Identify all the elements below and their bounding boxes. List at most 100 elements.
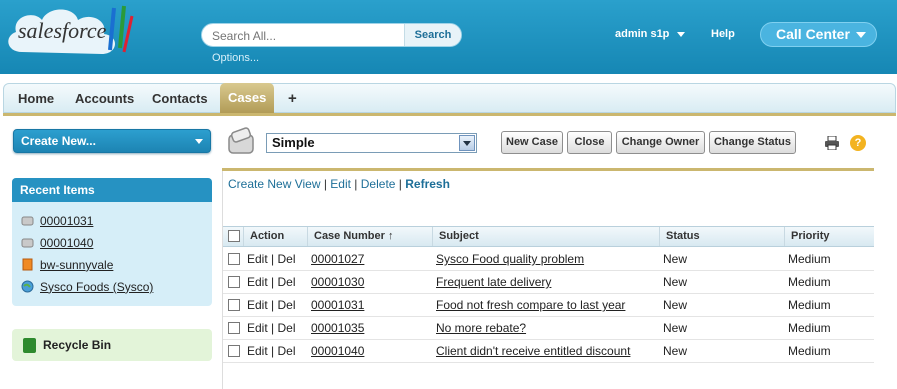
delete-link[interactable]: Del (277, 275, 295, 289)
subject-link[interactable]: Sysco Food quality problem (436, 252, 584, 266)
printer-icon[interactable] (824, 136, 840, 150)
delete-link[interactable]: Del (277, 298, 295, 312)
subject-link[interactable]: Client didn't receive entitled discount (436, 344, 630, 358)
tab-contacts[interactable]: Contacts (144, 84, 216, 114)
recent-item-link[interactable]: bw-sunnyvale (40, 258, 113, 272)
recycle-bin-link[interactable]: Recycle Bin (12, 329, 212, 361)
change-status-button[interactable]: Change Status (709, 131, 796, 154)
row-checkbox[interactable] (228, 253, 240, 265)
case-icon (228, 127, 254, 154)
globe-icon (21, 280, 34, 293)
column-header-priority[interactable]: Priority (784, 227, 874, 246)
delete-link[interactable]: Del (277, 252, 295, 266)
edit-view-link[interactable]: Edit (330, 177, 351, 191)
edit-link[interactable]: Edit (247, 252, 268, 266)
chevron-down-icon (677, 31, 686, 37)
recent-items-title: Recent Items (12, 178, 212, 202)
recent-items-panel: Recent Items 00001031 00001040 bw-sunnyv… (12, 178, 212, 306)
create-new-label: Create New... (21, 134, 96, 148)
column-header-action: Action (243, 227, 307, 246)
recent-item[interactable]: bw-sunnyvale (21, 255, 113, 273)
column-header-status[interactable]: Status (659, 227, 784, 246)
account-icon (22, 258, 33, 271)
column-header-case-number[interactable]: Case Number ↑ (307, 227, 432, 246)
subject-link[interactable]: No more rebate? (436, 321, 526, 335)
status-cell: New (663, 252, 688, 266)
row-checkbox[interactable] (228, 276, 240, 288)
row-checkbox[interactable] (228, 322, 240, 334)
view-links: Create New View | Edit | Delete | Refres… (228, 177, 450, 191)
row-checkbox[interactable] (228, 345, 240, 357)
tab-underline (3, 113, 896, 116)
close-button[interactable]: Close (567, 131, 612, 154)
recycle-bin-icon (23, 338, 36, 353)
logo-text: salesforce (18, 18, 107, 43)
search-input[interactable] (212, 28, 402, 44)
case-number-link[interactable]: 00001027 (311, 252, 364, 266)
case-number-link[interactable]: 00001030 (311, 275, 364, 289)
chevron-down-icon (856, 32, 866, 38)
salesforce-logo[interactable]: salesforce (4, 2, 140, 64)
status-cell: New (663, 344, 688, 358)
search-box: Search (201, 23, 462, 47)
edit-link[interactable]: Edit (247, 298, 268, 312)
user-menu[interactable]: admin s1p (615, 28, 686, 40)
recent-item[interactable]: 00001031 (21, 211, 93, 229)
case-number-link[interactable]: 00001035 (311, 321, 364, 335)
new-case-button[interactable]: New Case (501, 131, 563, 154)
search-options-link[interactable]: Options... (212, 52, 259, 64)
case-number-link[interactable]: 00001031 (311, 298, 364, 312)
case-icon (21, 216, 34, 226)
case-icon (21, 238, 34, 248)
call-center-button[interactable]: Call Center (760, 22, 877, 47)
recent-item[interactable]: Sysco Foods (Sysco) (21, 277, 153, 295)
delete-link[interactable]: Del (277, 321, 295, 335)
delete-link[interactable]: Del (277, 344, 295, 358)
recent-item-link[interactable]: Sysco Foods (Sysco) (40, 280, 153, 294)
table-row: Edit | Del 00001035 No more rebate? New Medi… (223, 317, 874, 340)
chevron-down-icon (459, 135, 475, 151)
refresh-link[interactable]: Refresh (405, 177, 450, 191)
create-new-view-link[interactable]: Create New View (228, 177, 320, 191)
edit-link[interactable]: Edit (247, 275, 268, 289)
subject-link[interactable]: Food not fresh compare to last year (436, 298, 625, 312)
edit-link[interactable]: Edit (247, 344, 268, 358)
tab-bar: Home Accounts Contacts Cases + (3, 83, 896, 114)
table-header: Action Case Number ↑ Subject Status Prio… (223, 226, 874, 247)
recent-item-link[interactable]: 00001031 (40, 214, 93, 228)
priority-cell: Medium (788, 252, 831, 266)
table-row: Edit | Del 00001040 Client didn't receive … (223, 340, 874, 363)
subject-link[interactable]: Frequent late delivery (436, 275, 551, 289)
priority-cell: Medium (788, 275, 831, 289)
delete-view-link[interactable]: Delete (361, 177, 396, 191)
recent-item[interactable]: 00001040 (21, 233, 93, 251)
select-all-checkbox[interactable] (228, 230, 240, 242)
table-row: Edit | Del 00001027 Sysco Food quality pro… (223, 248, 874, 271)
table-row: Edit | Del 00001030 Frequent late delivery… (223, 271, 874, 294)
chevron-down-icon (195, 139, 203, 144)
priority-cell: Medium (788, 321, 831, 335)
priority-cell: Medium (788, 344, 831, 358)
status-cell: New (663, 275, 688, 289)
recent-item-link[interactable]: 00001040 (40, 236, 93, 250)
change-owner-button[interactable]: Change Owner (616, 131, 705, 154)
tab-accounts[interactable]: Accounts (67, 84, 142, 114)
create-new-dropdown[interactable]: Create New... (13, 129, 211, 153)
list-view-select[interactable]: Simple (266, 133, 477, 153)
tab-home[interactable]: Home (10, 84, 62, 114)
help-link[interactable]: Help (711, 28, 735, 40)
user-menu-label: admin s1p (615, 28, 670, 40)
search-button[interactable]: Search (404, 24, 461, 46)
add-tab-button[interactable]: + (280, 84, 305, 114)
priority-cell: Medium (788, 298, 831, 312)
column-header-subject[interactable]: Subject (432, 227, 659, 246)
edit-link[interactable]: Edit (247, 321, 268, 335)
table-row: Edit | Del 00001031 Food not fresh compare… (223, 294, 874, 317)
help-icon[interactable]: ? (850, 135, 866, 151)
list-view-selected: Simple (272, 135, 315, 150)
tab-cases[interactable]: Cases (220, 83, 275, 114)
app-header: salesforce Search Options... admin s1p H… (0, 0, 897, 74)
row-checkbox[interactable] (228, 299, 240, 311)
call-center-label: Call Center (776, 26, 850, 42)
case-number-link[interactable]: 00001040 (311, 344, 364, 358)
